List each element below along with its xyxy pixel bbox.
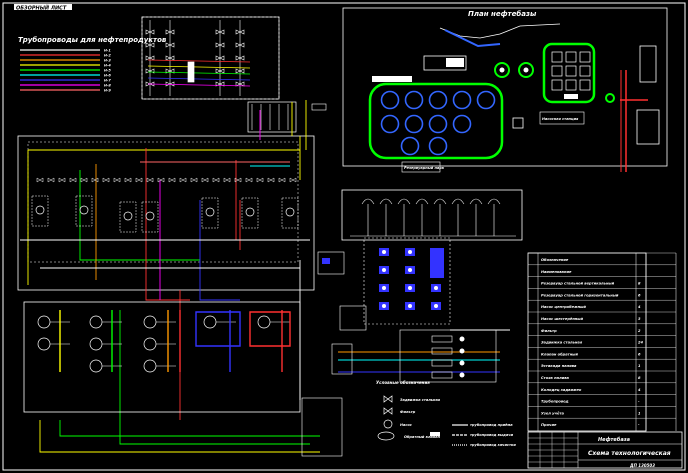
process-pump-7 bbox=[285, 207, 295, 217]
pipe-segment-5 bbox=[145, 148, 190, 301]
spec-row-10: Эстакада налива bbox=[541, 364, 577, 368]
process-pump-2 bbox=[79, 205, 89, 215]
site-label-pump-station: Насосная станция bbox=[542, 117, 579, 121]
spec-row-1: Обозначение bbox=[541, 258, 569, 262]
filter-unit-7 bbox=[143, 337, 157, 351]
legend-line-label-4: Н-4 bbox=[104, 64, 111, 68]
symbol-filter-label: Фильтр bbox=[400, 410, 416, 414]
spec-row-6: Насос шестерённый bbox=[541, 317, 584, 321]
spec-qty-5: 4 bbox=[638, 305, 641, 309]
spec-row-13: Трубопровод bbox=[541, 400, 569, 404]
pipe-segment-6 bbox=[235, 160, 241, 250]
tank-5 bbox=[476, 90, 496, 110]
legend-line-label-6: Н-6 bbox=[104, 74, 111, 78]
legend-line-label-7: Н-7 bbox=[104, 79, 111, 83]
spec-qty-8: 24 bbox=[638, 341, 644, 345]
spec-row-9: Клапан обратный bbox=[541, 352, 578, 356]
spec-row-3: Резервуар стальной вертикальный bbox=[541, 282, 615, 286]
symbols-legend: Условные обозначения Задвижка стальная Ф… bbox=[376, 380, 516, 447]
spec-row-4: Резервуар стальной горизонтальный bbox=[541, 293, 619, 297]
tank-3 bbox=[428, 90, 448, 110]
tank-11 bbox=[428, 136, 448, 156]
tank-farm-main bbox=[368, 82, 504, 160]
site-plan: План нефтебазы Резервуарный парк Насосна… bbox=[342, 7, 668, 173]
spec-row-11: Стояк налива bbox=[541, 376, 570, 380]
line-legend-3: трубопровод зачистки bbox=[470, 443, 516, 447]
pipe-segment-14 bbox=[59, 420, 320, 437]
site-label-tank-farm: Резервуарный парк bbox=[404, 166, 445, 170]
legend-title: Трубопроводы для нефтепродуктов bbox=[18, 36, 167, 44]
tank-10 bbox=[400, 136, 420, 156]
tank-6 bbox=[380, 114, 400, 134]
legend-line-label-5: Н-5 bbox=[104, 69, 111, 73]
title-block: Нефтебаза Схема технологическая ДП 13050… bbox=[527, 431, 683, 469]
pump-group-right bbox=[317, 237, 451, 325]
valve-row-right bbox=[341, 189, 523, 241]
spec-qty-15: - bbox=[638, 423, 640, 427]
tank-9 bbox=[452, 114, 472, 134]
spec-qty-10: 1 bbox=[638, 364, 641, 368]
process-pump-5 bbox=[205, 207, 215, 217]
tank-8 bbox=[428, 114, 448, 134]
line-legend-2: трубопровод выдачи bbox=[470, 433, 514, 437]
symbols-title: Условные обозначения bbox=[376, 380, 430, 385]
header-stamp: ОБЗОРНЫЙ ЛИСТ bbox=[16, 4, 67, 12]
spec-qty-4: 6 bbox=[638, 293, 641, 297]
spec-row-5: Насос центробежный bbox=[541, 305, 586, 309]
spec-qty-12: 4 bbox=[638, 388, 641, 392]
spec-qty-6: 3 bbox=[638, 317, 641, 321]
pipe-segment-3 bbox=[79, 170, 200, 261]
spec-qty-7: 2 bbox=[638, 329, 641, 333]
spec-row-7: Фильтр bbox=[541, 329, 557, 333]
filter-unit-9 bbox=[203, 315, 217, 329]
filter-unit-10 bbox=[257, 315, 271, 329]
spec-qty-11: 8 bbox=[638, 376, 641, 380]
legend-line-label-1: Н-1 bbox=[104, 49, 111, 53]
spec-qty-3: 8 bbox=[638, 282, 641, 286]
process-pump-1 bbox=[35, 205, 45, 215]
legend-line-label-2: Н-2 bbox=[104, 54, 111, 58]
pipe-legend: Трубопроводы для нефтепродуктов Н-1Н-2Н-… bbox=[18, 36, 167, 93]
valve-manifold-top bbox=[141, 16, 327, 133]
spec-row-2: Наименование bbox=[541, 270, 572, 274]
process-pump-3 bbox=[123, 211, 133, 221]
tank-2 bbox=[404, 90, 424, 110]
tank-7 bbox=[404, 114, 424, 134]
title-block-code: ДП 130503 bbox=[629, 463, 655, 468]
filter-unit-6 bbox=[143, 315, 157, 329]
tank-farm-secondary bbox=[542, 42, 596, 104]
spec-qty-13: - bbox=[638, 400, 640, 404]
specification-table: Обозначение Наименование Резервуар стально… bbox=[527, 252, 677, 432]
tank-1 bbox=[380, 90, 400, 110]
schematic-drawing: ОБЗОРНЫЙ ЛИСТ Трубопроводы для нефтепрод… bbox=[2, 2, 686, 471]
filter-block-bottom bbox=[23, 301, 301, 413]
filter-unit-5 bbox=[89, 359, 103, 373]
legend-line-label-8: Н-8 bbox=[104, 84, 111, 88]
pipe-segment-8 bbox=[199, 200, 240, 301]
filter-unit-8 bbox=[143, 359, 157, 373]
legend-line-label-3: Н-3 bbox=[104, 59, 111, 63]
spec-row-14: Узел учёта bbox=[541, 411, 565, 415]
site-plan-title: План нефтебазы bbox=[468, 10, 537, 18]
spec-qty-9: 6 bbox=[638, 352, 641, 356]
filter-unit-3 bbox=[89, 315, 103, 329]
process-pump-6 bbox=[245, 207, 255, 217]
filter-unit-2 bbox=[37, 337, 51, 351]
title-block-project: Нефтебаза bbox=[598, 436, 631, 443]
spec-row-8: Задвижка стальная bbox=[541, 341, 583, 345]
spec-row-12: Колодец задвижек bbox=[541, 388, 582, 392]
legend-line-label-9: Н-9 bbox=[104, 89, 111, 93]
spec-row-15: Прочие bbox=[541, 423, 557, 427]
title-block-sheet: Схема технологическая bbox=[588, 450, 671, 457]
tank-4 bbox=[452, 90, 472, 110]
process-pump-4 bbox=[145, 211, 155, 221]
cad-drawing-canvas: ОБЗОРНЫЙ ЛИСТ Трубопроводы для нефтепрод… bbox=[0, 0, 688, 473]
spec-qty-14: 1 bbox=[638, 411, 641, 415]
filter-unit-4 bbox=[89, 337, 103, 351]
symbol-pump-label: Насос bbox=[400, 423, 413, 427]
symbol-gate-valve-label: Задвижка стальная bbox=[400, 398, 441, 402]
line-legend-1: трубопровод приёма bbox=[470, 423, 513, 427]
filter-unit-1 bbox=[37, 315, 51, 329]
